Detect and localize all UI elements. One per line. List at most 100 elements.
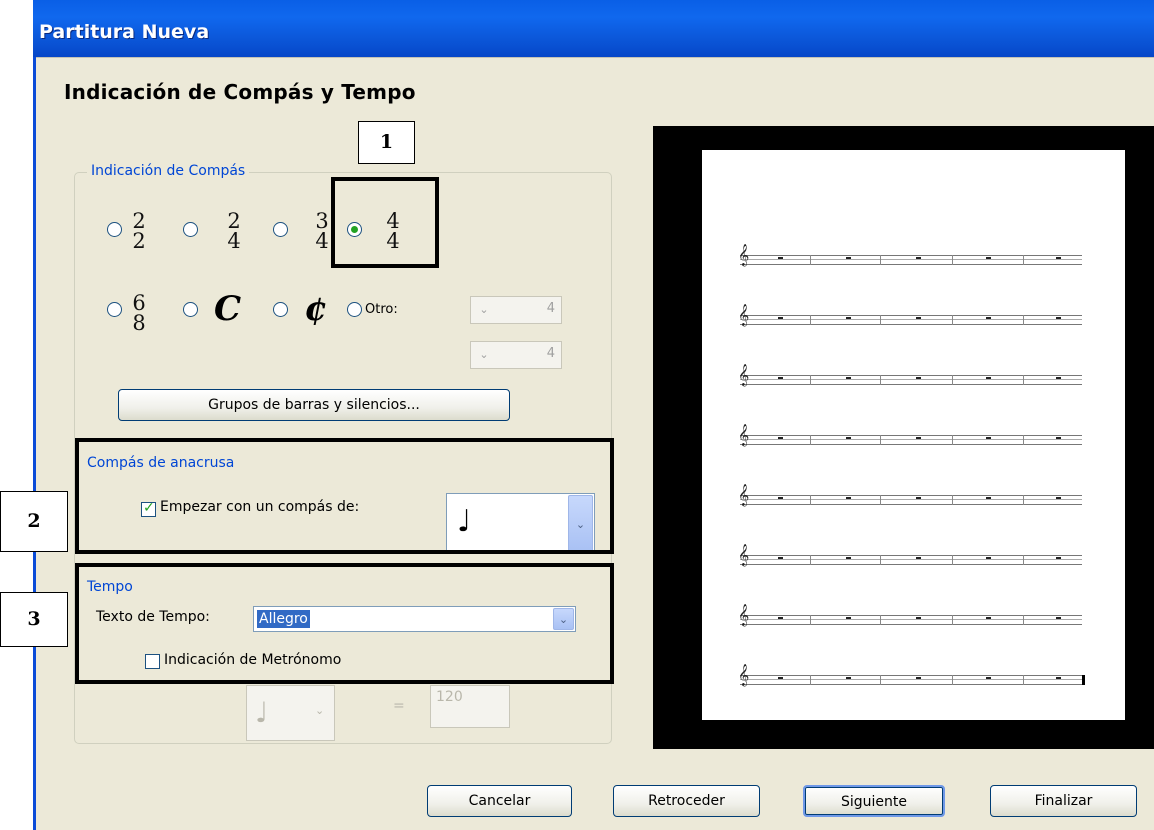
barline [1023, 315, 1024, 325]
annotation-label-2: 2 [0, 491, 68, 552]
staff: 𝄞 [738, 304, 1082, 326]
whole-rest [846, 317, 851, 319]
title-bar[interactable]: Partitura Nueva [33, 0, 1154, 57]
time-signature-legend: Indicación de Compás [87, 163, 250, 179]
dialog-window: Partitura Nueva Indicación de Compás y T… [33, 0, 1154, 830]
whole-rest [986, 557, 991, 559]
whole-rest [916, 257, 921, 259]
radio-cut-time[interactable] [273, 302, 288, 317]
barline [810, 255, 811, 265]
whole-rest [846, 497, 851, 499]
barline [952, 555, 953, 565]
whole-rest [778, 557, 783, 559]
radio-3-4[interactable] [273, 222, 288, 237]
radio-other[interactable] [347, 302, 362, 317]
annotation-label-1: 1 [358, 121, 415, 164]
barline [880, 375, 881, 385]
annotation-box-2 [75, 438, 614, 554]
barline [810, 375, 811, 385]
barline [952, 315, 953, 325]
barline [952, 435, 953, 445]
next-button[interactable]: Siguiente [803, 785, 945, 817]
finish-button[interactable]: Finalizar [990, 785, 1137, 817]
cut-time-icon: ¢ [304, 289, 328, 329]
barline [952, 495, 953, 505]
barline [952, 255, 953, 265]
barline [810, 315, 811, 325]
other-label: Otro: [365, 302, 398, 317]
whole-rest [986, 377, 991, 379]
barline [880, 435, 881, 445]
whole-rest [846, 677, 851, 679]
whole-rest [986, 497, 991, 499]
score-preview: 𝄞 𝄞 𝄞 𝄞 𝄞 𝄞 𝄞 𝄞 [653, 126, 1154, 749]
time-sig-2-2: 22 [132, 209, 146, 253]
staff: 𝄞 [738, 244, 1082, 266]
quarter-note-icon: ♩ [255, 696, 269, 729]
treble-clef-icon: 𝄞 [738, 664, 750, 686]
other-top-spinner: ⌄ 4 [470, 296, 562, 324]
whole-rest [1056, 257, 1061, 259]
whole-rest [916, 617, 921, 619]
whole-rest [778, 377, 783, 379]
equals-sign: = [393, 698, 405, 714]
treble-clef-icon: 𝄞 [738, 484, 750, 506]
barline [880, 615, 881, 625]
chevron-down-icon: ⌄ [479, 348, 489, 361]
chevron-down-icon: ⌄ [479, 303, 489, 316]
whole-rest [1056, 557, 1061, 559]
final-barline [1082, 675, 1085, 685]
whole-rest [846, 437, 851, 439]
whole-rest [1056, 377, 1061, 379]
barline [952, 375, 953, 385]
divider [36, 57, 1154, 58]
whole-rest [778, 497, 783, 499]
barline [880, 255, 881, 265]
whole-rest [986, 617, 991, 619]
whole-rest [916, 557, 921, 559]
whole-rest [916, 317, 921, 319]
annotation-box-1 [331, 177, 439, 268]
staff: 𝄞 [738, 424, 1082, 446]
whole-rest [986, 677, 991, 679]
barline [880, 675, 881, 685]
staff: 𝄞 [738, 484, 1082, 506]
barline [1023, 675, 1024, 685]
whole-rest [916, 377, 921, 379]
radio-2-4[interactable] [183, 222, 198, 237]
window-title: Partitura Nueva [39, 21, 210, 43]
whole-rest [1056, 497, 1061, 499]
radio-2-2[interactable] [107, 222, 122, 237]
barline [810, 435, 811, 445]
time-sig-6-8: 68 [132, 291, 146, 335]
whole-rest [1056, 677, 1061, 679]
barline [880, 555, 881, 565]
staff: 𝄞 [738, 604, 1082, 626]
treble-clef-icon: 𝄞 [738, 304, 750, 326]
time-sig-2-4: 24 [227, 209, 241, 253]
whole-rest [778, 437, 783, 439]
bpm-field: 120 [430, 685, 510, 728]
treble-clef-icon: 𝄞 [738, 244, 750, 266]
whole-rest [846, 377, 851, 379]
staff: 𝄞 [738, 364, 1082, 386]
radio-6-8[interactable] [107, 302, 122, 317]
whole-rest [916, 497, 921, 499]
barline [810, 495, 811, 505]
whole-rest [778, 317, 783, 319]
annotation-box-3 [75, 563, 614, 684]
barline [810, 675, 811, 685]
beam-groups-button[interactable]: Grupos de barras y silencios... [118, 389, 510, 421]
radio-common-time[interactable] [183, 302, 198, 317]
barline [810, 555, 811, 565]
other-bottom-spinner: ⌄ 4 [470, 341, 562, 369]
barline [1023, 555, 1024, 565]
whole-rest [846, 617, 851, 619]
barline [952, 615, 953, 625]
back-button[interactable]: Retroceder [613, 785, 760, 817]
treble-clef-icon: 𝄞 [738, 544, 750, 566]
barline [1023, 255, 1024, 265]
barline [810, 615, 811, 625]
barline [1023, 435, 1024, 445]
cancel-button[interactable]: Cancelar [427, 785, 572, 817]
